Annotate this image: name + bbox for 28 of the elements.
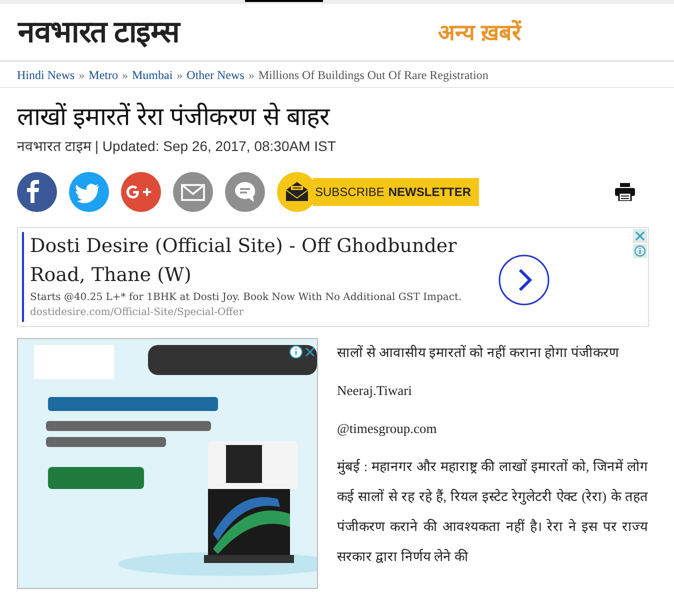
- speech-bubble-icon[interactable]: [225, 172, 265, 212]
- article-paragraph: Neeraj.Tiwari: [337, 382, 413, 400]
- article-paragraph: @timesgroup.com: [337, 420, 438, 438]
- chevron-right-icon[interactable]: [498, 254, 550, 306]
- ad-headline[interactable]: Dosti Desire (Official Site) - Off Ghodbunder Road, Thane (W): [30, 232, 494, 290]
- article-title: लाखों इमारतें रेरा पंजीकरण से बाहर: [17, 102, 332, 133]
- facebook-icon[interactable]: [17, 172, 57, 212]
- article-paragraph: मुंबई : महानगर और महाराष्ट्र की लाखों इमारतों को, जिनमें लोग कई सालों से रह रहे हैं, रियल इस्टेट रेगुलेटरी ऐक्ट (रेरा) के तहत पंजीकरण कराने की आवश्यकता नहीं है। रेरा ने इस पर राज्य सरकार द्वारा निर्णय लेने की: [337, 458, 648, 566]
- breadcrumb-link[interactable]: Hindi News: [17, 66, 75, 84]
- text-ad[interactable]: Dosti Desire (Official Site) - Off Ghodbunder Road, Thane (W) Starts @40.25 L+* for 1BHK at Dosti Joy. Book Now With No Additional GST Impact. dostidesire.com/Official-Site/Special-Offer: [17, 227, 649, 327]
- breadcrumb-link[interactable]: Other News: [186, 66, 244, 84]
- close-icon[interactable]: [304, 345, 316, 359]
- breadcrumb-separator: »: [176, 66, 183, 84]
- bird-icon[interactable]: [69, 172, 109, 212]
- breadcrumb-separator: »: [248, 66, 254, 84]
- breadcrumb-separator: »: [122, 66, 128, 84]
- breadcrumb-link[interactable]: Metro: [88, 66, 118, 84]
- breadcrumb-separator: »: [78, 66, 85, 84]
- ad-description: Starts @40.25 L+* for 1BHK at Dosti Joy. Book Now With No Additional GST Impact.: [30, 291, 463, 305]
- article-updated: | Updated: Sep 26, 2017, 08:30AM IST: [94, 137, 336, 156]
- print-icon[interactable]: [615, 183, 635, 201]
- breadcrumb-link[interactable]: Mumbai: [132, 66, 173, 84]
- site-logo[interactable]: नवभारत टाइम्स: [18, 10, 438, 54]
- ad-url[interactable]: dostidesire.com/Official-Site/Special-Offer: [30, 305, 494, 320]
- article-source: नवभारत टाइम: [17, 137, 91, 156]
- article-paragraph: सालों से आवासीय इमारतों को नहीं कराना होगा पंजीकरण: [337, 344, 620, 362]
- breadcrumb-current: Millions Of Buildings Out Of Rare Registration: [258, 66, 488, 84]
- google-plus-icon[interactable]: [121, 172, 161, 212]
